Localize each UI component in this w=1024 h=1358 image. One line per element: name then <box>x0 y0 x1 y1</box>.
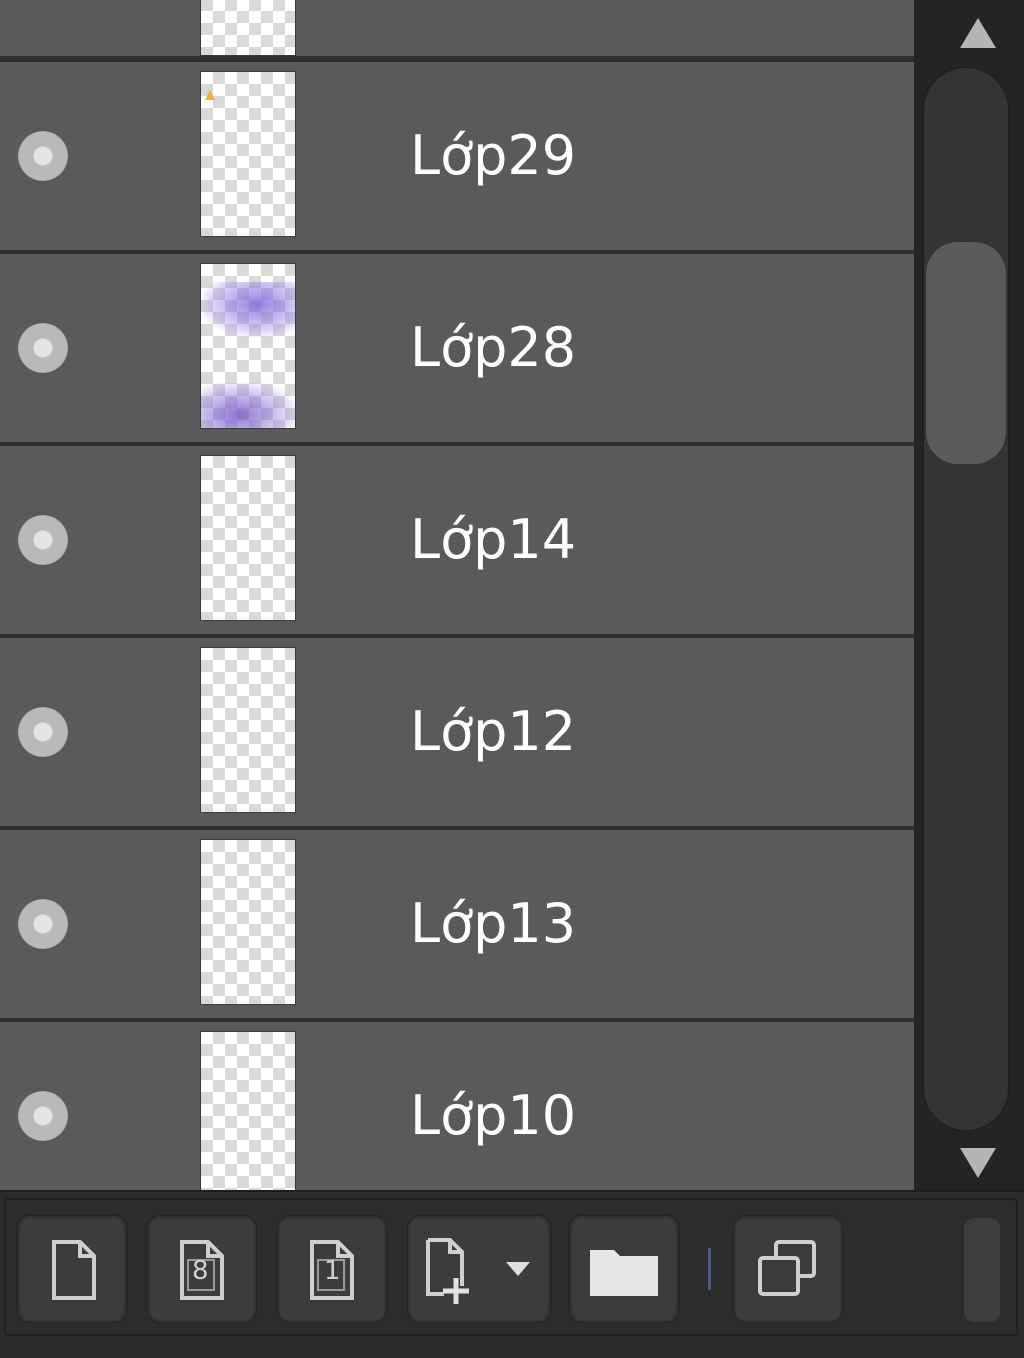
eye-dot-icon[interactable] <box>18 707 68 757</box>
scroll-track[interactable] <box>922 66 1010 1132</box>
layer-row[interactable]: Lớp28 <box>0 254 914 446</box>
layer-name: Lớp10 <box>410 1084 577 1147</box>
duplicate-layer-button[interactable] <box>734 1216 842 1322</box>
toolbar-grip[interactable] <box>964 1218 1000 1322</box>
layer-thumbnail <box>200 1031 296 1190</box>
scroll-thumb[interactable] <box>926 242 1006 464</box>
scroll-up-arrow-icon[interactable] <box>960 18 996 48</box>
eye-dot-icon[interactable] <box>18 515 68 565</box>
eye-dot-icon[interactable] <box>18 323 68 373</box>
folder-icon <box>590 1250 658 1296</box>
eye-dot-icon[interactable] <box>18 1091 68 1141</box>
layer-name: Lớp13 <box>410 892 577 955</box>
icon-badge-text: 8 <box>192 1256 209 1286</box>
layer-row[interactable]: Lớp14 <box>0 446 914 638</box>
new-folder-button[interactable] <box>570 1216 678 1322</box>
layer-name: Lớp14 <box>410 508 577 571</box>
toolbar-frame: 8 1 <box>4 1198 1018 1336</box>
layer-thumbnail <box>200 839 296 1005</box>
thumbnail-paint <box>201 383 295 428</box>
new-raster-layer-button[interactable] <box>18 1216 126 1322</box>
new-8bit-layer-button[interactable]: 8 <box>148 1216 256 1322</box>
add-layer-dropdown-icon <box>426 1238 530 1304</box>
scroll-down-arrow-icon[interactable] <box>960 1148 996 1178</box>
toolbar-separator <box>708 1248 711 1290</box>
layer-list[interactable]: Lớp29 Lớp28 Lớp14 Lớp12 Lớp13 Lớp10 <box>0 0 914 1190</box>
layer-name: Lớp12 <box>410 700 577 763</box>
layer-row-partial[interactable] <box>0 0 914 60</box>
layer-name: Lớp29 <box>410 124 577 187</box>
layer-panel: Lớp29 Lớp28 Lớp14 Lớp12 Lớp13 Lớp10 8 1 <box>0 0 1024 1358</box>
layer-row[interactable]: Lớp29 <box>0 62 914 254</box>
layer-toolbar: 8 1 <box>0 1190 1024 1358</box>
new-1bit-layer-button[interactable]: 1 <box>278 1216 386 1322</box>
thumbnail-paint <box>201 282 295 337</box>
layer-thumbnail <box>200 71 296 237</box>
layer-thumbnail <box>200 263 296 429</box>
icon-badge-text: 1 <box>324 1256 341 1286</box>
vertical-scrollbar[interactable] <box>914 0 1024 1190</box>
layer-row[interactable]: Lớp10 <box>0 1022 914 1190</box>
layer-name: Lớp28 <box>410 316 577 379</box>
duplicate-icon <box>758 1240 816 1296</box>
layer-thumbnail <box>200 647 296 813</box>
layer-row[interactable]: Lớp12 <box>0 638 914 830</box>
thumbnail-paint <box>205 90 215 100</box>
eye-dot-icon[interactable] <box>18 131 68 181</box>
eye-dot-icon[interactable] <box>18 899 68 949</box>
layer-row[interactable]: Lớp13 <box>0 830 914 1022</box>
layer-thumbnail <box>200 0 296 56</box>
add-layer-menu-button[interactable] <box>408 1216 550 1322</box>
new-layer-icon <box>52 1240 96 1300</box>
layer-thumbnail <box>200 455 296 621</box>
